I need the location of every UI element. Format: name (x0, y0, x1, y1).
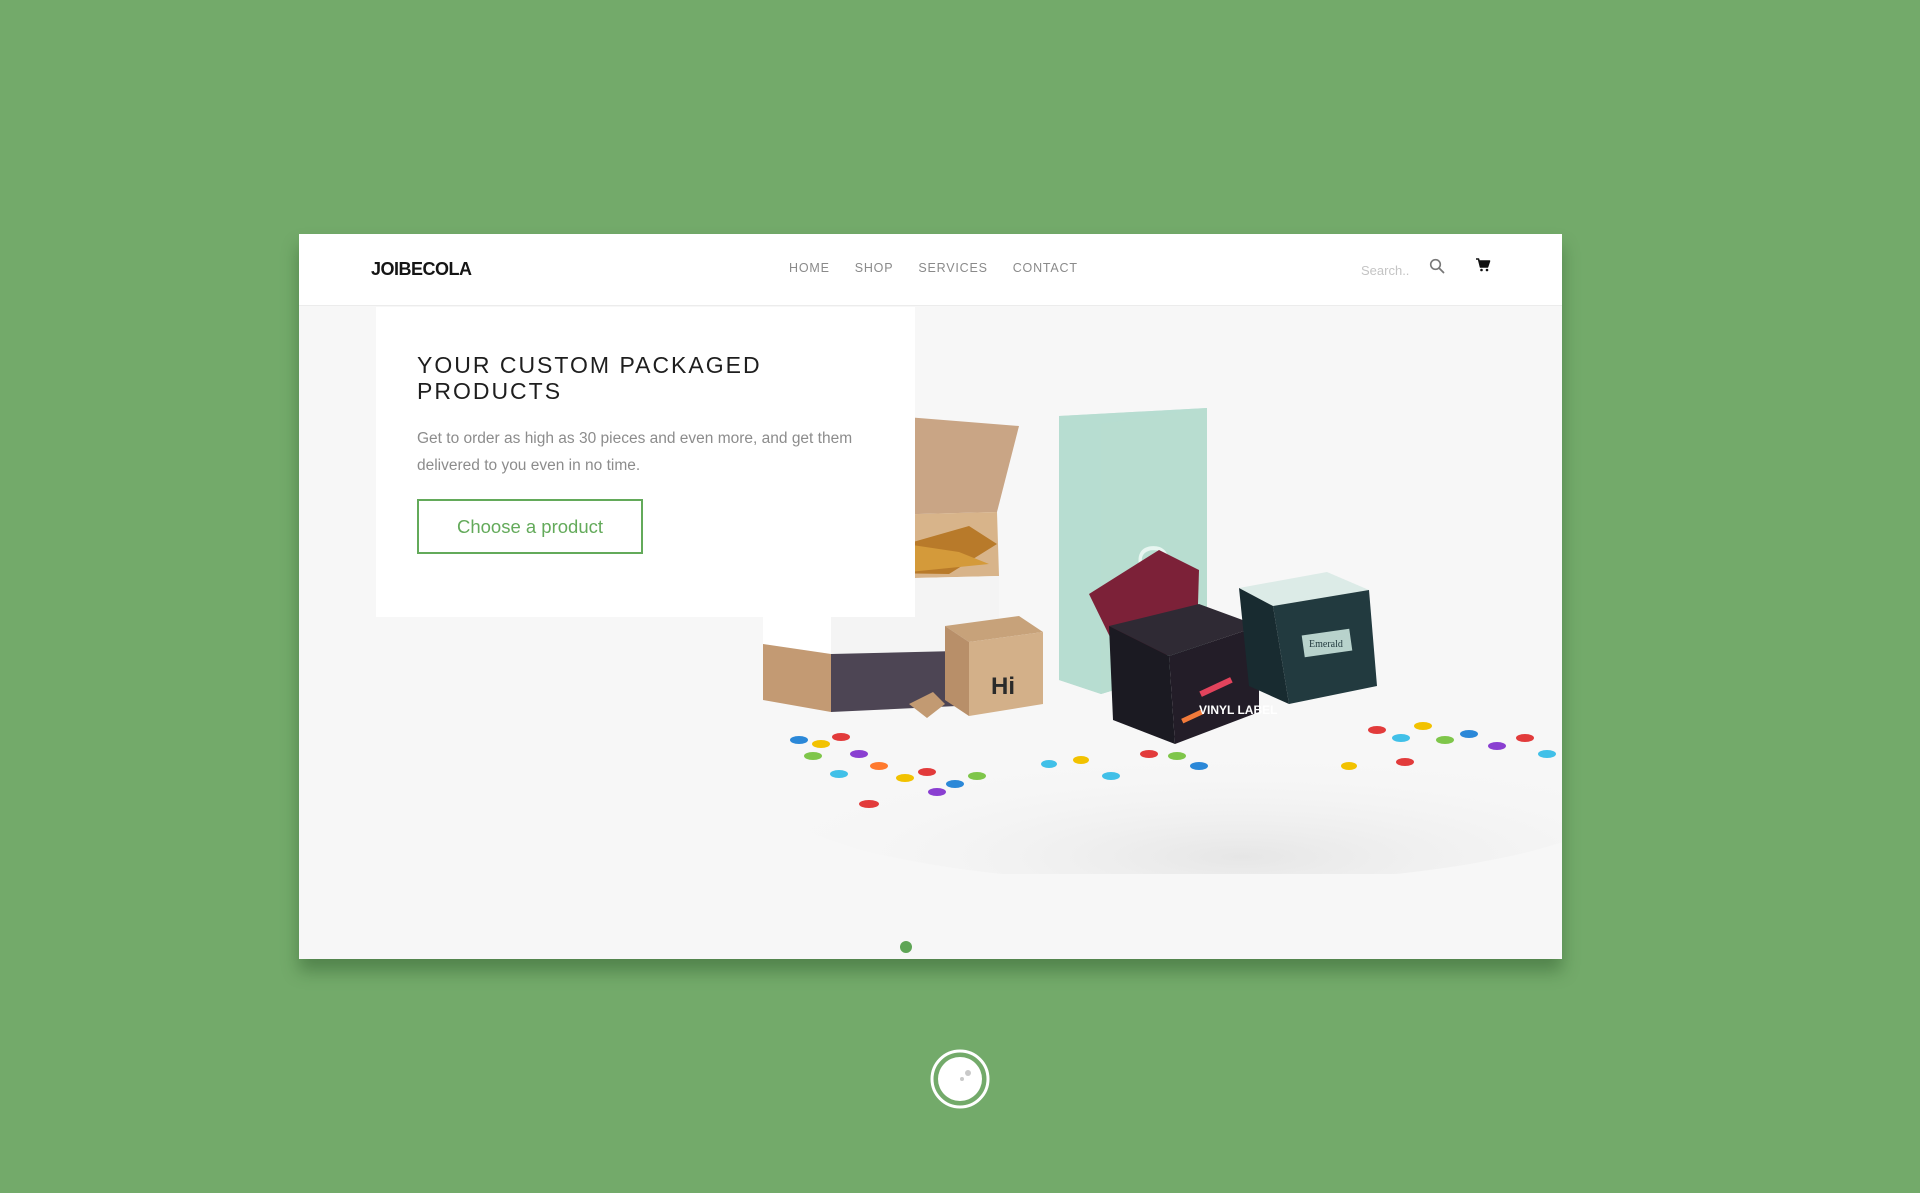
svg-text:Hi: Hi (991, 673, 1015, 700)
website-frame: JOIBECOLA HOME SHOP SERVICES CONTACT Sea… (299, 234, 1562, 959)
brand-logo[interactable]: JOIBECOLA (371, 259, 472, 280)
nav-home[interactable]: HOME (789, 261, 830, 275)
search-icon[interactable] (1429, 258, 1445, 274)
cart-icon[interactable] (1475, 257, 1491, 273)
slider-dot-active[interactable] (900, 941, 912, 953)
main-nav: HOME SHOP SERVICES CONTACT (789, 261, 1078, 275)
nav-services[interactable]: SERVICES (918, 261, 987, 275)
hero-title: YOUR CUSTOM PACKAGED PRODUCTS (417, 352, 762, 404)
search-input[interactable] (1359, 260, 1423, 280)
svg-text:Emerald: Emerald (1309, 639, 1343, 650)
nav-contact[interactable]: CONTACT (1013, 261, 1078, 275)
choose-product-button[interactable]: Choose a product (417, 499, 643, 554)
hi-box: Hi (945, 616, 1043, 716)
navbar: JOIBECOLA HOME SHOP SERVICES CONTACT (299, 234, 1562, 306)
svg-text:VINYL LABEL: VINYL LABEL (1199, 703, 1277, 717)
loader-icon (930, 1049, 990, 1109)
hero-card: YOUR CUSTOM PACKAGED PRODUCTS Get to ord… (376, 307, 915, 617)
emerald-box: Emerald (1239, 572, 1377, 704)
nav-shop[interactable]: SHOP (855, 261, 894, 275)
hero-description: Get to order as high as 30 pieces and ev… (417, 430, 853, 474)
